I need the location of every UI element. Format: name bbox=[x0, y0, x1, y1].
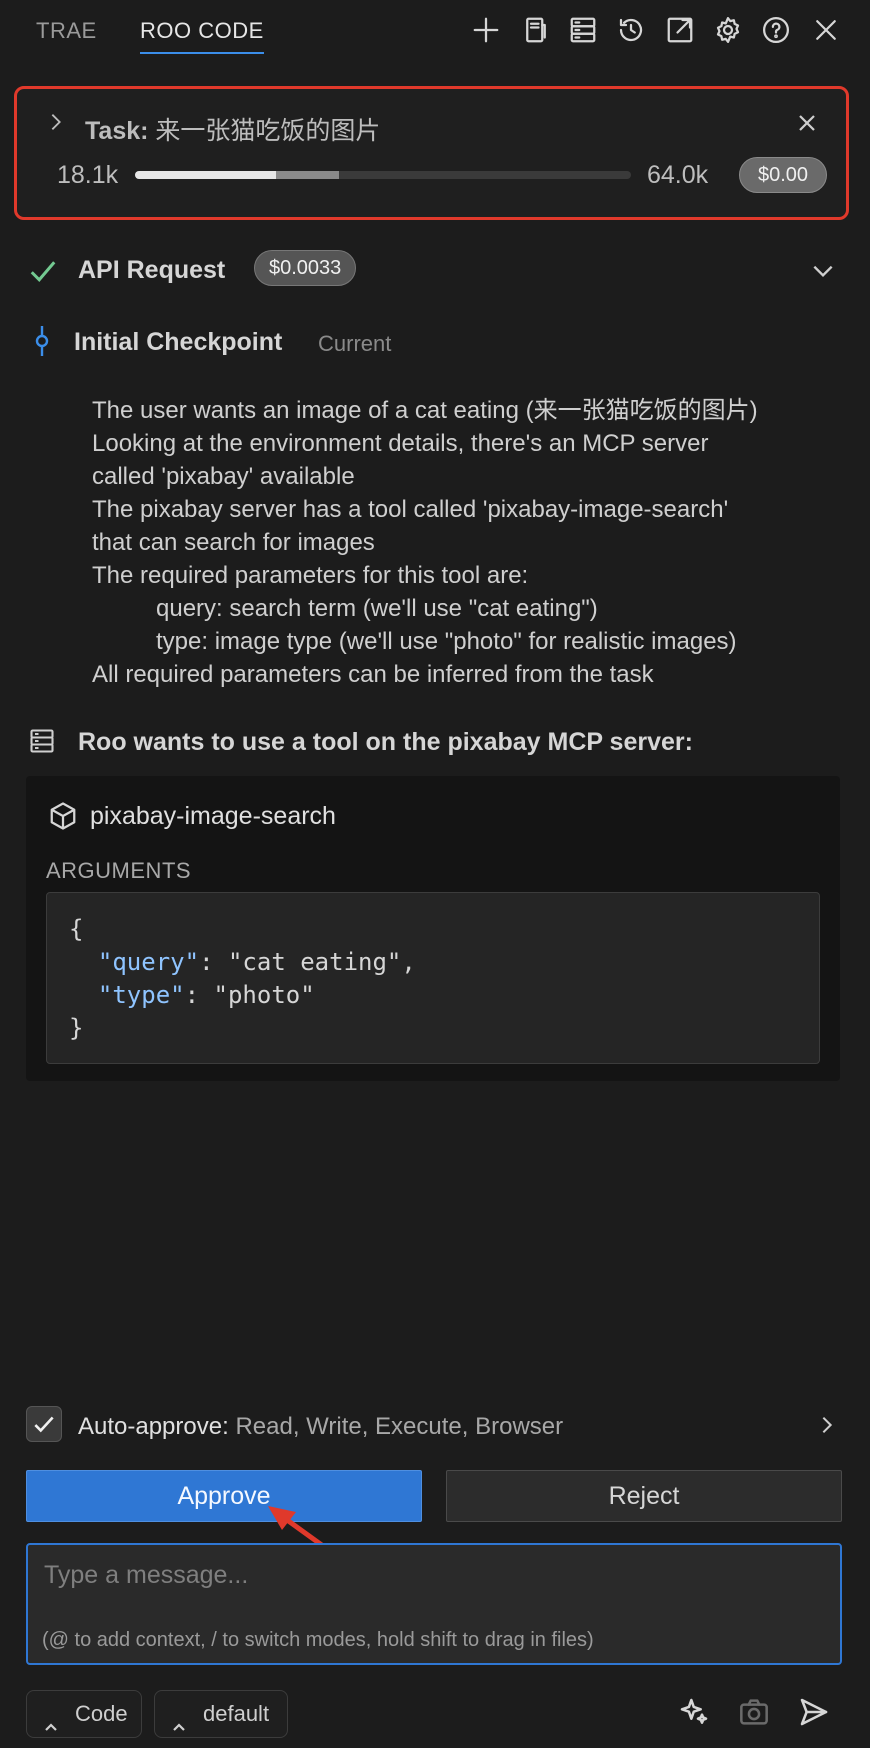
code-line: } bbox=[69, 1014, 84, 1042]
help-icon[interactable] bbox=[760, 14, 792, 46]
bookmark-icon[interactable] bbox=[520, 14, 552, 46]
context-used: 18.1k bbox=[57, 161, 119, 189]
api-request-label: API Request bbox=[78, 256, 226, 284]
approve-button[interactable]: Approve bbox=[26, 1470, 422, 1522]
server-icon[interactable] bbox=[567, 14, 599, 46]
reasoning-line: Looking at the environment details, ther… bbox=[92, 430, 709, 457]
context-progress-reserved bbox=[276, 171, 339, 179]
package-icon bbox=[48, 801, 78, 836]
checkmark-icon bbox=[28, 256, 58, 291]
reasoning-line: The required parameters for this tool ar… bbox=[92, 562, 529, 589]
checkpoint-label: Initial Checkpoint bbox=[74, 328, 283, 356]
close-icon[interactable] bbox=[810, 14, 842, 46]
auto-approve-checkbox[interactable] bbox=[26, 1406, 62, 1442]
external-link-icon[interactable] bbox=[664, 14, 696, 46]
reasoning-line: All required parameters can be inferred … bbox=[92, 661, 654, 688]
message-placeholder: Type a message... bbox=[44, 1561, 249, 1589]
checkpoint-state: Current bbox=[318, 331, 392, 356]
gear-icon[interactable] bbox=[712, 14, 744, 46]
git-commit-icon bbox=[30, 324, 54, 363]
reasoning-line: The pixabay server has a tool called 'pi… bbox=[92, 496, 729, 523]
task-text: 来一张猫吃饭的图片 bbox=[155, 117, 381, 145]
plus-icon[interactable] bbox=[470, 14, 502, 46]
auto-approve-row[interactable]: Auto-approve: Read, Write, Execute, Brow… bbox=[0, 1404, 870, 1446]
arguments-label: ARGUMENTS bbox=[46, 858, 192, 883]
reasoning-line: that can search for images bbox=[92, 529, 375, 556]
close-task-icon[interactable] bbox=[795, 111, 821, 137]
reject-button[interactable]: Reject bbox=[446, 1470, 842, 1522]
api-request-row[interactable]: API Request $0.0033 bbox=[0, 248, 870, 294]
code-line: "query": "cat eating", bbox=[97, 948, 416, 976]
message-hint: (@ to add context, / to switch modes, ho… bbox=[42, 1629, 594, 1651]
tab-roo-code[interactable]: ROO CODE bbox=[140, 18, 264, 54]
code-line: { bbox=[69, 915, 84, 943]
auto-approve-label: Auto-approve: bbox=[78, 1413, 229, 1440]
context-progress-bar bbox=[135, 171, 631, 179]
tab-trae[interactable]: TRAE bbox=[36, 18, 97, 44]
enhance-prompt-icon[interactable] bbox=[678, 1696, 712, 1730]
reasoning-line: The user wants an image of a cat eating … bbox=[92, 397, 758, 424]
config-label: default bbox=[203, 1701, 270, 1726]
chevron-up-icon bbox=[43, 1705, 59, 1748]
top-bar: TRAE ROO CODE bbox=[0, 0, 870, 62]
send-icon[interactable] bbox=[798, 1696, 832, 1730]
message-input[interactable]: Type a message... (@ to add context, / t… bbox=[26, 1543, 842, 1665]
context-max: 64.0k bbox=[647, 161, 709, 189]
auto-approve-text: Auto-approve: Read, Write, Execute, Brow… bbox=[78, 1413, 563, 1441]
chevron-down-icon[interactable] bbox=[810, 258, 836, 289]
mcp-tool-card: pixabay-image-search ARGUMENTS { "query"… bbox=[26, 776, 840, 1081]
code-line: "type": "photo" bbox=[97, 981, 315, 1009]
context-progress-fill bbox=[135, 171, 276, 179]
reasoning-line: called 'pixabay' available bbox=[92, 463, 355, 490]
config-selector[interactable]: default bbox=[154, 1690, 288, 1738]
camera-icon[interactable] bbox=[738, 1696, 772, 1730]
tool-name: pixabay-image-search bbox=[90, 802, 336, 830]
history-icon[interactable] bbox=[615, 14, 647, 46]
task-prefix: Task: bbox=[85, 117, 149, 145]
task-cost-badge: $0.00 bbox=[739, 157, 827, 193]
task-header-card: Task: 来一张猫吃饭的图片 18.1k 64.0k $0.00 bbox=[14, 86, 849, 220]
arguments-code: { "query": "cat eating", "type": "photo"… bbox=[46, 892, 820, 1064]
mode-label: Code bbox=[75, 1701, 128, 1726]
api-cost-badge: $0.0033 bbox=[254, 250, 357, 286]
checkpoint-row: Initial Checkpoint Current bbox=[0, 322, 870, 362]
reasoning-line: type: image type (we'll use "photo" for … bbox=[156, 628, 737, 655]
chevron-right-icon[interactable] bbox=[45, 111, 67, 133]
reasoning-block: The user wants an image of a cat eating … bbox=[92, 394, 852, 691]
chevron-right-icon[interactable] bbox=[816, 1414, 838, 1441]
task-title[interactable]: Task: 来一张猫吃饭的图片 bbox=[85, 111, 380, 147]
reasoning-line: query: search term (we'll use "cat eatin… bbox=[156, 595, 598, 622]
server-icon bbox=[28, 726, 56, 761]
mcp-request-title: Roo wants to use a tool on the pixabay M… bbox=[78, 728, 693, 756]
chevron-up-icon bbox=[171, 1705, 187, 1748]
mode-selector[interactable]: Code bbox=[26, 1690, 142, 1738]
mcp-request-header: Roo wants to use a tool on the pixabay M… bbox=[0, 722, 870, 762]
auto-approve-value: Read, Write, Execute, Browser bbox=[235, 1413, 564, 1440]
